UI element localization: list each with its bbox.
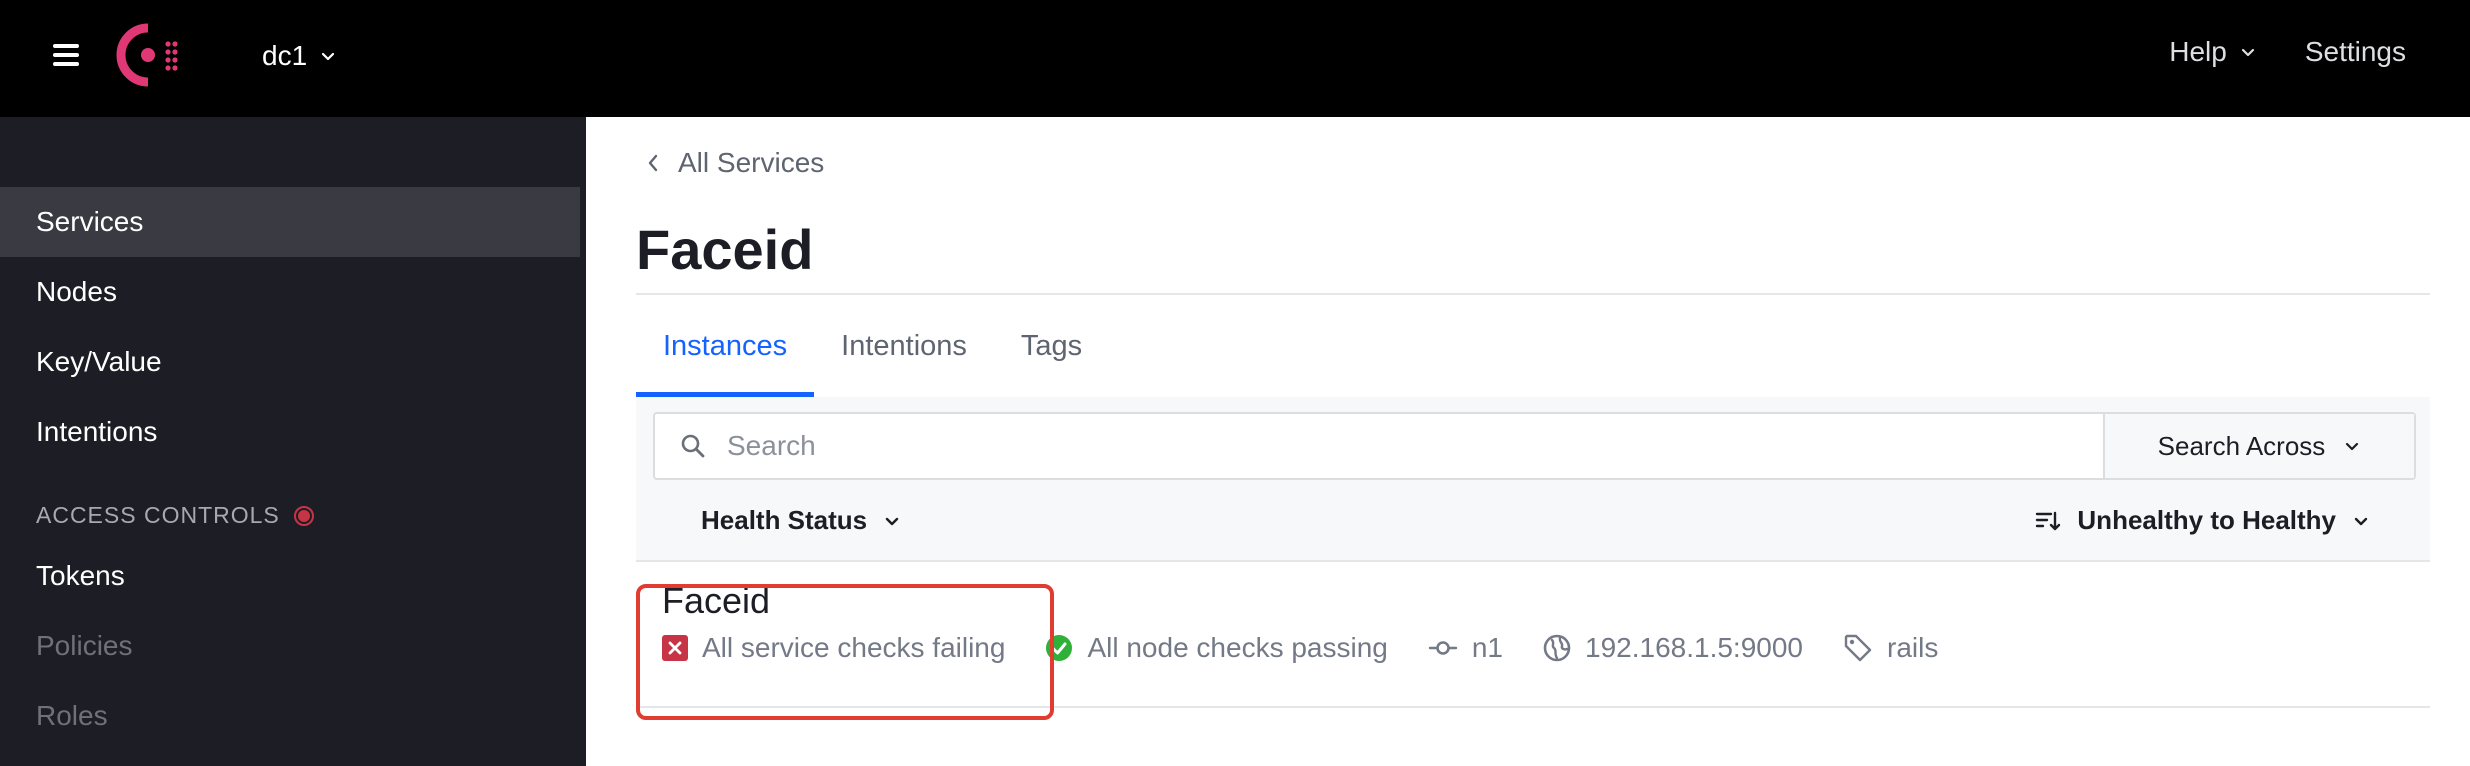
sidebar-item-nodes[interactable]: Nodes (0, 257, 580, 327)
chevron-down-icon (2354, 517, 2368, 525)
sidebar-item-label: Services (36, 206, 144, 237)
instance-name[interactable]: Faceid (662, 580, 770, 622)
settings-link[interactable]: Settings (2305, 36, 2406, 68)
search-input[interactable] (725, 414, 2103, 478)
breadcrumb-label: All Services (678, 147, 825, 178)
node-name: n1 (1471, 632, 1504, 663)
breadcrumb-all-services[interactable]: All Services (646, 147, 824, 179)
node-checks-status: All node checks passing (1045, 632, 1388, 664)
datacenter-label: dc1 (262, 40, 308, 71)
sidebar: Services Nodes Key/Value Intentions ACCE… (0, 117, 586, 766)
sidebar-item-label: Tokens (36, 560, 125, 591)
help-menu[interactable]: Help (2169, 36, 2257, 68)
settings-label: Settings (2304, 36, 2406, 67)
failing-x-icon (662, 635, 688, 661)
tab-label: Intentions (841, 329, 967, 362)
list-item[interactable]: Faceid All service checks failing All no… (636, 564, 2430, 708)
search-across-dropdown[interactable]: Search Across (2103, 414, 2414, 478)
page-title: Faceid (636, 218, 814, 281)
instance-address: 192.168.1.5:9000 (1543, 632, 1803, 664)
access-controls-label: ACCESS CONTROLS (36, 502, 280, 528)
instance-meta: All service checks failing All node chec… (662, 632, 1978, 664)
main-content: All Services Faceid Instances Intentions… (586, 117, 2470, 766)
sidebar-item-label: Nodes (36, 276, 117, 307)
sort-icon (2036, 511, 2061, 530)
node-checks-label: All node checks passing (1087, 632, 1388, 663)
top-navigation-bar: dc1 Help Settings (0, 0, 2470, 117)
service-checks-status: All service checks failing (662, 632, 1005, 664)
chevron-down-icon (322, 52, 335, 61)
sidebar-item-intentions[interactable]: Intentions (0, 397, 580, 467)
sidebar-item-label: Roles (36, 700, 108, 731)
sidebar-item-key-value[interactable]: Key/Value (0, 327, 580, 397)
help-label: Help (2169, 36, 2227, 67)
tag-label: rails (1887, 632, 1939, 663)
address-label: 192.168.1.5:9000 (1585, 632, 1803, 663)
tab-intentions[interactable]: Intentions (814, 295, 994, 397)
tab-instances[interactable]: Instances (636, 295, 815, 397)
chevron-left-icon (648, 154, 658, 172)
access-controls-heading: ACCESS CONTROLS (36, 502, 314, 529)
alert-dot-icon (293, 505, 314, 526)
datacenter-selector[interactable]: dc1 (262, 36, 337, 76)
check-circle-icon (1046, 635, 1073, 661)
health-status-label: Health Status (701, 505, 868, 535)
chevron-down-icon (885, 517, 899, 525)
chevron-down-icon (2241, 48, 2254, 57)
sidebar-item-label: Policies (36, 630, 133, 661)
node-commit-icon (1428, 641, 1458, 655)
sidebar-item-tokens[interactable]: Tokens (0, 541, 580, 611)
menu-icon[interactable] (50, 42, 82, 68)
chevron-down-icon (2346, 442, 2359, 451)
consul-logo-icon[interactable] (115, 22, 187, 88)
search-across-label: Search Across (2157, 430, 2326, 461)
tab-label: Instances (663, 329, 788, 362)
search-icon (655, 433, 725, 459)
sidebar-item-label: Intentions (36, 416, 158, 447)
globe-icon (1543, 634, 1571, 662)
sort-dropdown[interactable]: Unhealthy to Healthy (2035, 505, 2370, 536)
sidebar-item-label: Key/Value (36, 346, 162, 377)
service-checks-label: All service checks failing (702, 632, 1006, 663)
tab-label: Tags (1020, 329, 1083, 362)
sort-label: Unhealthy to Healthy (2077, 505, 2336, 535)
node-reference: n1 (1428, 632, 1503, 664)
tab-tags[interactable]: Tags (994, 295, 1109, 397)
search-box: Search Across (653, 412, 2416, 480)
sidebar-item-policies: Policies (0, 611, 580, 681)
sidebar-item-services[interactable]: Services (0, 187, 580, 257)
tab-bar: Instances Intentions Tags (636, 295, 1109, 397)
filter-bar: Search Across Health Status Unhealthy to… (636, 397, 2430, 562)
health-status-filter[interactable]: Health Status (701, 505, 901, 536)
tag-icon (1844, 634, 1872, 662)
sidebar-item-roles: Roles (0, 681, 580, 751)
instance-tags: rails (1843, 632, 1938, 664)
